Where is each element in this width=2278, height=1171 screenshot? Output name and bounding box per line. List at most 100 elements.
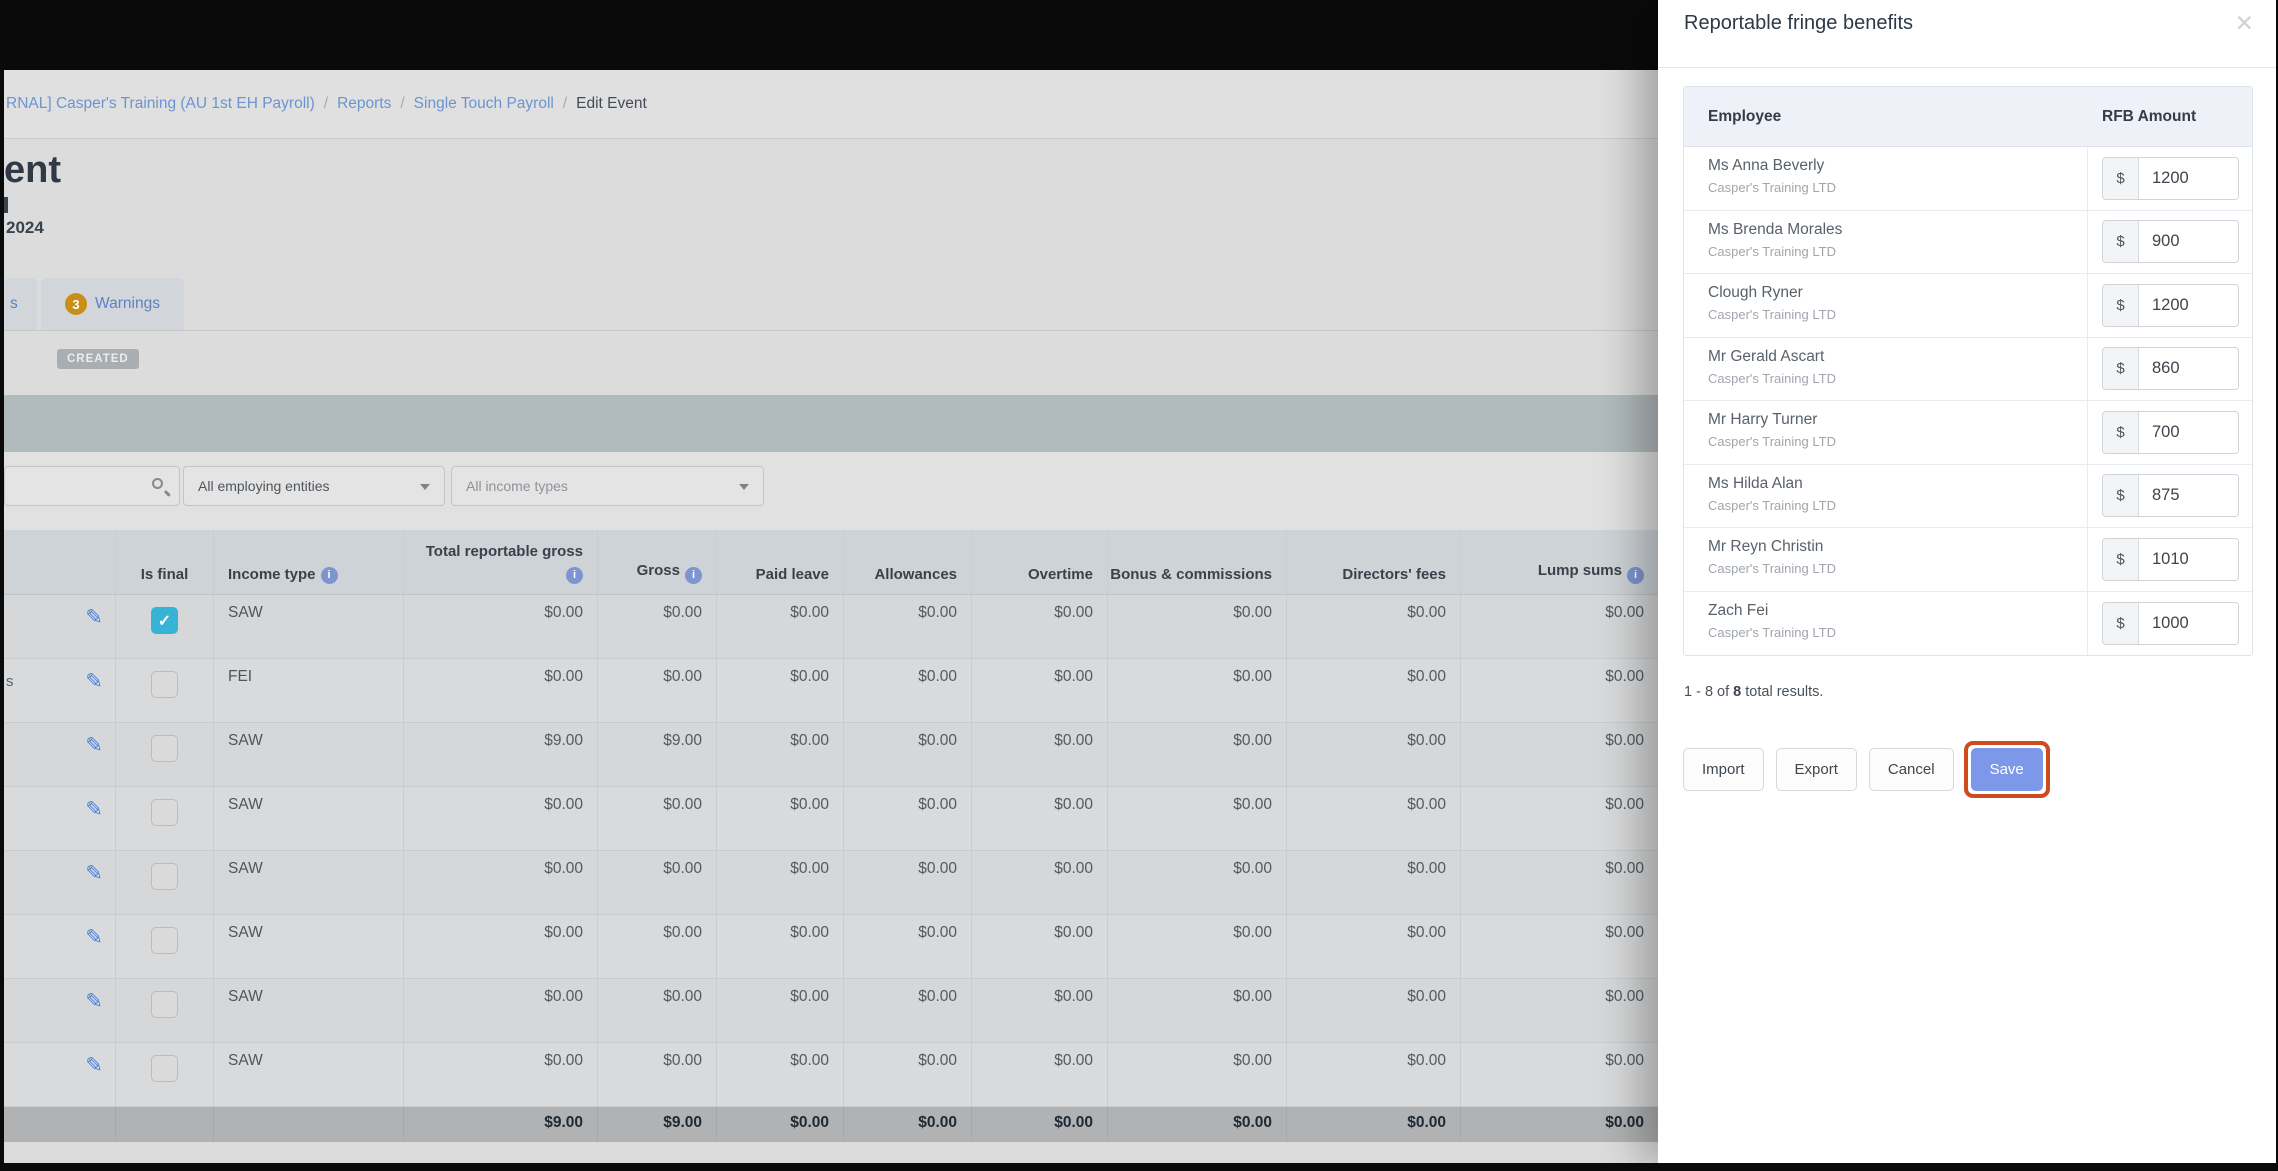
breadcrumb-reports[interactable]: Reports — [337, 95, 391, 113]
header-total-reportable-gross: Total reportable grossi — [403, 530, 597, 594]
income-type-cell: SAW — [213, 723, 403, 786]
table-body: ✎ ✓ SAW $0.00 $0.00 $0.00 $0.00 $0.00 $0… — [4, 595, 1658, 1107]
close-icon[interactable]: ✕ — [2235, 10, 2254, 37]
rfb-amount-input[interactable] — [2139, 538, 2238, 580]
employee-cell: Clough Ryner Casper's Training LTD — [1684, 274, 2087, 337]
status-badge: CREATED — [57, 349, 139, 369]
bonus-commissions-cell: $0.00 — [1107, 979, 1286, 1042]
save-button[interactable]: Save — [1970, 748, 2043, 791]
total-reportable-gross-cell: $0.00 — [403, 659, 597, 722]
tab-warnings[interactable]: 3 Warnings — [41, 278, 184, 330]
rfb-amount-input-group: $ — [2102, 601, 2239, 645]
gross-cell: $0.00 — [597, 915, 716, 978]
total-reportable-gross-cell: $0.00 — [403, 979, 597, 1042]
rfb-row: Clough Ryner Casper's Training LTD $ — [1684, 274, 2252, 338]
rfb-amount-input-group: $ — [2102, 220, 2239, 264]
rfb-amount-input[interactable] — [2139, 221, 2238, 263]
rfb-amount-input[interactable] — [2139, 411, 2238, 453]
table-row: ✎ ✓ SAW $9.00 $9.00 $0.00 $0.00 $0.00 — [4, 723, 1658, 787]
click-highlight: Save — [1963, 741, 2050, 798]
edit-pencil-icon[interactable]: ✎ — [85, 927, 103, 948]
edit-pencil-icon[interactable]: ✎ — [85, 607, 103, 628]
lump-sums-total: $0.00 — [1460, 1107, 1658, 1142]
breadcrumb-business[interactable]: RNAL] Casper's Training (AU 1st EH Payro… — [6, 95, 315, 113]
table-row: ✎ ✓ SAW $0.00 $0.00 $0.00 $0.00 $0.00 — [4, 979, 1658, 1043]
is-final-checkbox[interactable]: ✓ — [151, 671, 178, 698]
currency-addon: $ — [2103, 284, 2139, 326]
tabs-divider — [4, 330, 1658, 331]
employee-cell: Ms Brenda Morales Casper's Training LTD — [1684, 211, 2087, 274]
allowances-cell: $0.00 — [843, 659, 971, 722]
bonus-commissions-cell: $0.00 — [1107, 851, 1286, 914]
modal-footer: Import Export Cancel Save — [1683, 741, 2253, 798]
paid-leave-cell: $0.00 — [716, 787, 843, 850]
table-row: ✎ ✓ SAW $0.00 $0.00 $0.00 $0.00 $0.00 — [4, 915, 1658, 979]
income-types-select[interactable]: All income types — [451, 466, 764, 506]
edit-pencil-icon[interactable]: ✎ — [85, 863, 103, 884]
employee-name: Zach Fei — [1708, 601, 1769, 619]
paid-leave-cell: $0.00 — [716, 851, 843, 914]
edit-pencil-icon[interactable]: ✎ — [85, 735, 103, 756]
overtime-cell: $0.00 — [971, 787, 1107, 850]
is-final-cell: ✓ — [115, 1043, 213, 1106]
rfb-amount-cell: $ — [2087, 591, 2252, 655]
edit-pencil-icon[interactable]: ✎ — [85, 991, 103, 1012]
rfb-row: Mr Gerald Ascart Casper's Training LTD $ — [1684, 337, 2252, 401]
export-button[interactable]: Export — [1775, 748, 1857, 791]
employee-company: Casper's Training LTD — [1708, 370, 1836, 386]
allowances-cell: $0.00 — [843, 595, 971, 658]
info-icon[interactable]: i — [320, 567, 338, 584]
is-final-checkbox[interactable]: ✓ — [151, 735, 178, 762]
total-reportable-gross-cell: $9.00 — [403, 723, 597, 786]
employee-company: Casper's Training LTD — [1708, 497, 1836, 513]
table-header-row: Is final Income type i Total reportable g… — [4, 530, 1658, 595]
edit-pencil-icon[interactable]: ✎ — [85, 671, 103, 692]
employee-name: Mr Reyn Christin — [1708, 538, 1824, 555]
tab-cutoff[interactable]: s — [4, 278, 37, 330]
employee-company: Casper's Training LTD — [1708, 561, 1836, 576]
pay-event-table: Is final Income type i Total reportable g… — [4, 530, 1658, 1142]
table-row: ✎ ✓ SAW $0.00 $0.00 $0.00 $0.00 $0.00 — [4, 1043, 1658, 1107]
rfb-amount-input[interactable] — [2139, 475, 2238, 517]
cutoff-name-fragment: s — [6, 673, 14, 690]
rfb-amount-cell: $ — [2087, 210, 2252, 273]
page-header: ent 2024 s 3 Warnings CREATED — [4, 140, 1658, 395]
bonus-commissions-cell: $0.00 — [1107, 595, 1286, 658]
gross-cell: $0.00 — [597, 851, 716, 914]
edit-pencil-icon[interactable]: ✎ — [85, 799, 103, 820]
is-final-checkbox[interactable]: ✓ — [151, 927, 178, 954]
is-final-checkbox[interactable]: ✓ — [151, 991, 178, 1018]
row-actions-cell: ✎ — [4, 595, 115, 658]
search-input[interactable] — [13, 471, 143, 501]
gross-cell: $0.00 — [597, 1043, 716, 1106]
employing-entities-select[interactable]: All employing entities — [183, 466, 445, 506]
overtime-cell: $0.00 — [971, 595, 1107, 658]
breadcrumb-current: Edit Event — [576, 95, 647, 112]
row-actions-cell: s ✎ — [4, 659, 115, 722]
rfb-amount-input[interactable] — [2139, 157, 2238, 199]
currency-addon: $ — [2103, 411, 2139, 453]
rfb-amount-input[interactable] — [2139, 602, 2238, 644]
overtime-total: $0.00 — [971, 1107, 1107, 1142]
import-button[interactable]: Import — [1683, 748, 1764, 791]
is-final-checkbox[interactable]: ✓ — [151, 863, 178, 890]
header-income-type: Income type i — [213, 530, 403, 594]
is-final-checkbox[interactable]: ✓ — [151, 1055, 178, 1082]
is-final-checkbox[interactable]: ✓ — [151, 607, 178, 634]
total-reportable-gross-cell: $0.00 — [403, 787, 597, 850]
header-overtime: Overtime — [971, 530, 1107, 594]
is-final-cell: ✓ — [115, 979, 213, 1042]
rfb-amount-input[interactable] — [2139, 348, 2238, 390]
rfb-amount-input[interactable] — [2139, 284, 2238, 326]
search-input-box[interactable] — [4, 466, 180, 506]
info-icon[interactable]: i — [566, 567, 583, 584]
cancel-button[interactable]: Cancel — [1868, 748, 1954, 791]
edit-pencil-icon[interactable]: ✎ — [85, 1055, 103, 1076]
screen: RNAL] Casper's Training (AU 1st EH Payro… — [0, 0, 2278, 1171]
info-icon[interactable]: i — [685, 567, 702, 584]
info-icon[interactable]: i — [1627, 567, 1644, 584]
breadcrumb-stp[interactable]: Single Touch Payroll — [414, 95, 554, 113]
is-final-checkbox[interactable]: ✓ — [151, 799, 178, 826]
header-gross: Gross i — [597, 530, 716, 594]
row-actions-cell: ✎ — [4, 1043, 115, 1106]
